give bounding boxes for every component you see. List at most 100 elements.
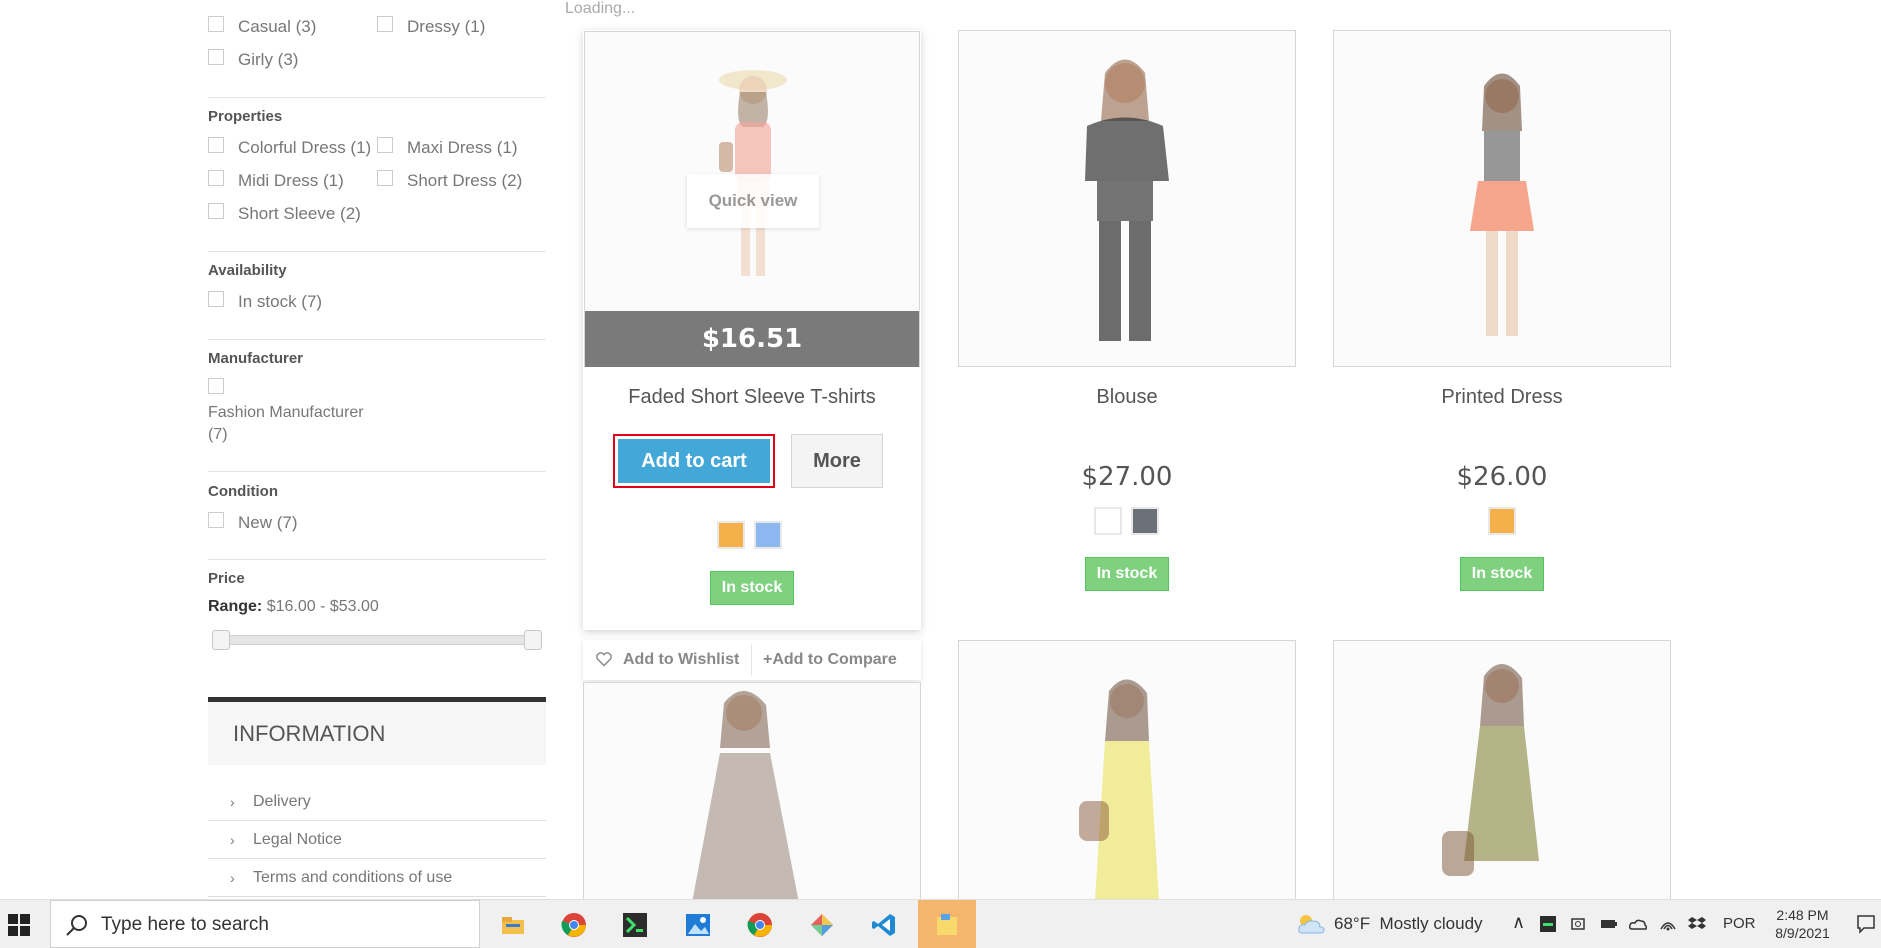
color-swatch-orange[interactable] xyxy=(1488,507,1516,535)
checkbox-short-sleeve[interactable] xyxy=(208,203,224,219)
info-link-terms[interactable]: › Terms and conditions of use xyxy=(208,859,546,897)
vscode-icon xyxy=(872,914,895,936)
price-slider[interactable] xyxy=(212,630,542,650)
product-image-printed-dress[interactable] xyxy=(1333,30,1671,367)
info-link-legal-notice[interactable]: › Legal Notice xyxy=(208,821,546,859)
info-link-label[interactable]: Terms and conditions of use xyxy=(253,869,452,887)
taskbar-vscode[interactable] xyxy=(855,900,913,948)
checkbox-maxi-dress[interactable] xyxy=(377,137,393,153)
checkbox-casual[interactable] xyxy=(208,16,224,32)
checkbox-midi-dress[interactable] xyxy=(208,170,224,186)
filter-option-casual[interactable]: Casual (3) xyxy=(238,17,316,37)
divider xyxy=(751,644,752,676)
taskbar-file-explorer[interactable] xyxy=(484,900,542,948)
product-card-faded-tshirt[interactable]: Quick view $16.51 Faded Short Sleeve T-s… xyxy=(583,30,921,630)
quick-view-button[interactable]: Quick view xyxy=(687,174,819,228)
divider xyxy=(208,251,546,252)
filter-option-short-dress[interactable]: Short Dress (2) xyxy=(407,171,522,191)
product-image-row2-3[interactable] xyxy=(1333,640,1671,910)
color-swatch-blue[interactable] xyxy=(754,521,782,549)
filter-option-maxi-dress[interactable]: Maxi Dress (1) xyxy=(407,138,518,158)
information-title: INFORMATION xyxy=(208,697,546,765)
divider xyxy=(208,471,546,472)
taskbar-photos[interactable] xyxy=(669,900,727,948)
filter-option-dressy[interactable]: Dressy (1) xyxy=(407,17,485,37)
taskbar-file-manager-active[interactable] xyxy=(918,900,976,948)
product-image-blouse[interactable] xyxy=(958,30,1296,367)
filter-option-new[interactable]: New (7) xyxy=(238,513,298,533)
add-to-compare-label[interactable]: Add to Compare xyxy=(772,651,896,668)
checkbox-girly[interactable] xyxy=(208,49,224,65)
windows-start-icon[interactable] xyxy=(8,914,30,936)
filter-option-fashion-manufacturer[interactable]: Fashion Manufacturer xyxy=(208,404,364,422)
color-swatch-grey[interactable] xyxy=(1131,507,1159,535)
taskbar-chrome[interactable] xyxy=(545,900,603,948)
filter-option-short-sleeve[interactable]: Short Sleeve (2) xyxy=(238,204,361,224)
color-swatch-orange[interactable] xyxy=(717,521,745,549)
wifi-icon[interactable] xyxy=(1659,915,1677,933)
add-to-cart-button[interactable]: Add to cart xyxy=(613,434,775,488)
add-to-wishlist-link[interactable]: Add to Wishlist xyxy=(623,651,739,669)
windows-taskbar: Type here to search 68°F Mostly cloudy ∧… xyxy=(0,899,1881,948)
product-image-row2-1[interactable] xyxy=(583,682,921,922)
product-photo-woman-printed-dress xyxy=(692,690,799,903)
checkbox-dressy[interactable] xyxy=(377,16,393,32)
notification-icon[interactable] xyxy=(1856,914,1876,934)
filter-option-girly[interactable]: Girly (3) xyxy=(238,50,298,70)
taskbar-chrome-2[interactable] xyxy=(731,900,789,948)
filter-option-colorful-dress[interactable]: Colorful Dress (1) xyxy=(238,138,371,158)
info-link-label[interactable]: Delivery xyxy=(253,793,311,811)
price-title: Price xyxy=(208,570,245,587)
filter-option-midi-dress[interactable]: Midi Dress (1) xyxy=(238,171,344,191)
heart-icon xyxy=(596,652,612,667)
checkbox-new[interactable] xyxy=(208,512,224,528)
dropbox-icon[interactable] xyxy=(1688,915,1706,933)
search-placeholder[interactable]: Type here to search xyxy=(101,914,269,936)
battery-icon[interactable] xyxy=(1600,915,1618,933)
search-icon xyxy=(66,915,87,936)
filter-option-in-stock[interactable]: In stock (7) xyxy=(238,292,322,312)
system-clock[interactable]: 2:48 PM 8/9/2021 xyxy=(1765,906,1840,942)
properties-title: Properties xyxy=(208,108,283,125)
product-name-printed-dress[interactable]: Printed Dress xyxy=(1333,386,1671,409)
divider xyxy=(208,559,546,560)
price-range: Range: $16.00 - $53.00 xyxy=(208,598,379,616)
divider xyxy=(208,339,546,340)
stock-badge-printed-dress: In stock xyxy=(1460,557,1544,591)
divider xyxy=(208,97,546,98)
add-to-compare-link[interactable]: +Add to Compare xyxy=(763,651,897,669)
product-price-blouse: $27.00 xyxy=(1081,462,1173,492)
chevron-up-icon[interactable]: ∧ xyxy=(1512,912,1525,933)
product-name[interactable]: Faded Short Sleeve T-shirts xyxy=(583,386,921,409)
slider-handle-max[interactable] xyxy=(524,630,542,650)
range-value: $16.00 - $53.00 xyxy=(266,598,379,615)
taskbar-search[interactable]: Type here to search xyxy=(50,900,480,948)
file-folder-icon xyxy=(937,914,957,935)
loading-text: Loading... xyxy=(565,0,636,17)
checkbox-colorful-dress[interactable] xyxy=(208,137,224,153)
camera-icon[interactable] xyxy=(1570,915,1588,933)
chrome-icon xyxy=(561,913,586,937)
info-link-label[interactable]: Legal Notice xyxy=(253,831,342,849)
product-photo-woman-yellow-dress xyxy=(1079,679,1159,901)
slider-track xyxy=(218,635,536,645)
checkbox-in-stock[interactable] xyxy=(208,291,224,307)
language-indicator[interactable]: POR xyxy=(1723,915,1756,932)
product-image-row2-2[interactable] xyxy=(958,640,1296,910)
product-price-printed-dress: $26.00 xyxy=(1456,462,1548,492)
more-button[interactable]: More xyxy=(791,434,883,488)
folder-icon xyxy=(502,917,524,934)
stock-badge: In stock xyxy=(710,571,794,605)
plus-icon: + xyxy=(763,651,773,668)
tray-app-icon[interactable] xyxy=(1539,915,1557,933)
taskbar-app-green[interactable] xyxy=(606,900,664,948)
add-to-cart-label[interactable]: Add to cart xyxy=(618,439,770,483)
product-name-blouse[interactable]: Blouse xyxy=(958,386,1296,409)
slider-handle-min[interactable] xyxy=(212,630,230,650)
onedrive-icon[interactable] xyxy=(1629,915,1647,933)
taskbar-colorful-app[interactable] xyxy=(793,900,851,948)
info-link-delivery[interactable]: › Delivery xyxy=(208,783,546,821)
checkbox-short-dress[interactable] xyxy=(377,170,393,186)
color-swatch-white[interactable] xyxy=(1094,507,1122,535)
checkbox-fashion-manufacturer[interactable] xyxy=(208,378,224,394)
